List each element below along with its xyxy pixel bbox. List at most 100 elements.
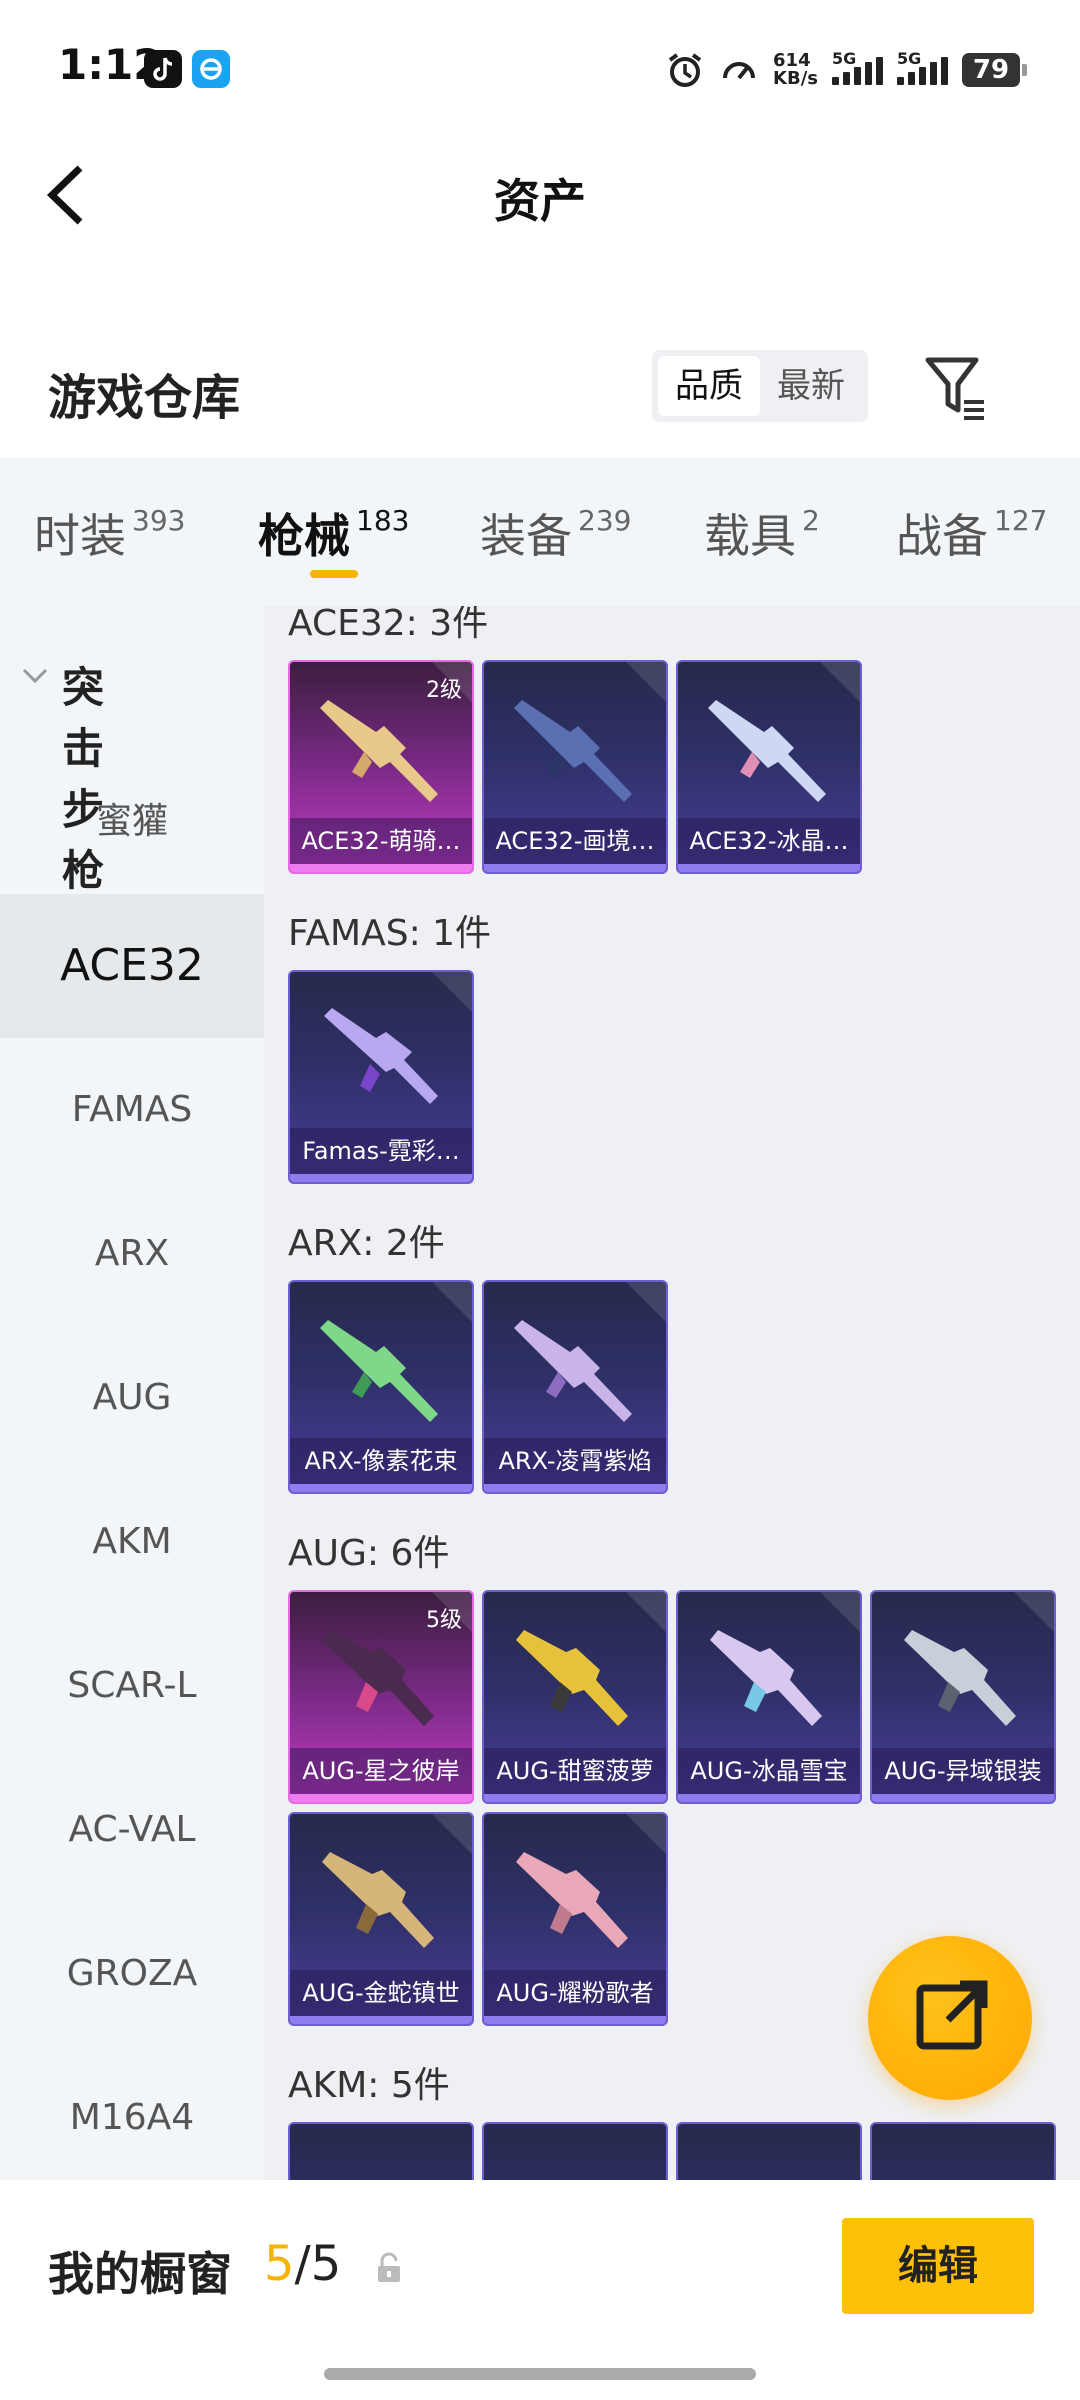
weapon-card[interactable]: ACE32-冰晶… bbox=[676, 660, 862, 874]
item-name: AUG-星之彼岸 bbox=[290, 1748, 472, 1794]
weapon-card[interactable]: AUG-冰晶雪宝 bbox=[676, 1590, 862, 1804]
lock-icon bbox=[378, 2252, 400, 2282]
weapon-card[interactable]: AUG-耀粉歌者 bbox=[482, 1812, 668, 2026]
weapon-card[interactable]: AUG-异域银装 bbox=[870, 1590, 1056, 1804]
rifle-icon bbox=[322, 1630, 434, 1726]
tab-count: 2 bbox=[802, 504, 820, 537]
group-title-aug: AUG: 6件 bbox=[288, 1533, 450, 1574]
home-indicator bbox=[324, 2368, 756, 2380]
rifle-icon bbox=[324, 1008, 438, 1104]
weapon-card[interactable]: 5级 AUG-星之彼岸 bbox=[288, 1590, 474, 1804]
sidebar-item-groza[interactable]: GROZA bbox=[0, 1902, 264, 2046]
app-notification-icon bbox=[192, 50, 230, 88]
rifle-icon bbox=[514, 1320, 632, 1422]
tab-supplies[interactable]: 战备 127 bbox=[896, 500, 1047, 566]
status-bar: 1:12 614 KB/s 5G 5G 79 bbox=[0, 0, 1080, 140]
showcase-used: 5 bbox=[264, 2236, 295, 2292]
active-tab-indicator bbox=[310, 570, 358, 578]
item-name: AUG-甜蜜菠萝 bbox=[484, 1748, 666, 1794]
sidebar-item-akm[interactable]: AKM bbox=[0, 1470, 264, 1614]
showcase-total: /5 bbox=[294, 2236, 342, 2292]
weapon-card[interactable] bbox=[288, 2122, 474, 2180]
sidebar-item-aug[interactable]: AUG bbox=[0, 1326, 264, 1470]
item-name: Famas-霓彩… bbox=[290, 1128, 472, 1174]
weapon-card[interactable] bbox=[482, 2122, 668, 2180]
sort-toggle: 品质 最新 bbox=[652, 350, 868, 422]
weapon-card[interactable]: ARX-凌霄紫焰 bbox=[482, 1280, 668, 1494]
sidebar-item-m16a4[interactable]: M16A4 bbox=[0, 2046, 264, 2180]
item-name: AUG-耀粉歌者 bbox=[484, 1970, 666, 2016]
chevron-down-icon bbox=[22, 668, 48, 684]
status-right-group: 614 KB/s 5G 5G 79 bbox=[665, 46, 1027, 94]
rifle-icon bbox=[516, 1852, 628, 1948]
weapon-card[interactable] bbox=[870, 2122, 1056, 2180]
signal-2: 5G bbox=[897, 49, 948, 85]
sidebar-item-honey-badger[interactable]: 蜜獾 bbox=[0, 750, 264, 894]
net-speed-unit: KB/s bbox=[773, 68, 818, 89]
filter-button[interactable] bbox=[920, 352, 992, 424]
rarity-bar bbox=[872, 1794, 1054, 1802]
battery-icon: 79 bbox=[962, 53, 1027, 87]
alarm-icon bbox=[668, 53, 702, 87]
group-title-akm: AKM: 5件 bbox=[288, 2065, 450, 2106]
rifle-icon bbox=[904, 1630, 1016, 1726]
item-name: ACE32-萌骑… bbox=[290, 818, 472, 864]
share-button[interactable] bbox=[868, 1936, 1032, 2100]
group-title-ace32: ACE32: 3件 bbox=[288, 606, 489, 644]
rarity-bar bbox=[290, 864, 472, 872]
item-name: ACE32-冰晶… bbox=[678, 818, 860, 864]
sidebar-item-ac-val[interactable]: AC-VAL bbox=[0, 1758, 264, 1902]
filter-icon bbox=[925, 357, 984, 420]
signal-2-label: 5G bbox=[897, 49, 922, 68]
weapon-card[interactable]: ACE32-画境… bbox=[482, 660, 668, 874]
item-name: ARX-凌霄紫焰 bbox=[484, 1438, 666, 1484]
weapon-card[interactable]: AUG-金蛇镇世 bbox=[288, 1812, 474, 2026]
weapon-card[interactable] bbox=[676, 2122, 862, 2180]
net-speed: 614 KB/s bbox=[773, 52, 818, 88]
rarity-bar bbox=[290, 1484, 472, 1492]
tab-firearms[interactable]: 枪械 183 bbox=[258, 500, 409, 566]
tab-vehicles[interactable]: 载具 2 bbox=[704, 500, 820, 566]
weapon-card[interactable]: ARX-像素花束 bbox=[288, 1280, 474, 1494]
item-name: ACE32-画境… bbox=[484, 818, 666, 864]
showcase-count: 5/5 bbox=[264, 2236, 341, 2292]
rarity-bar bbox=[678, 864, 860, 872]
weapon-card[interactable]: AUG-甜蜜菠萝 bbox=[482, 1590, 668, 1804]
weapon-card[interactable]: Famas-霓彩… bbox=[288, 970, 474, 1184]
tab-label: 战备 bbox=[896, 509, 988, 563]
signal-1: 5G bbox=[832, 49, 883, 85]
rifle-icon bbox=[320, 1320, 438, 1422]
sidebar-item-ace32[interactable]: ACE32 bbox=[0, 894, 264, 1038]
rifle-icon bbox=[708, 700, 826, 802]
edit-button[interactable]: 编辑 bbox=[842, 2218, 1034, 2314]
item-name: AUG-金蛇镇世 bbox=[290, 1970, 472, 2016]
showcase-bar: 我的橱窗 5/5 编辑 bbox=[0, 2180, 1080, 2400]
rarity-bar bbox=[484, 1484, 666, 1492]
rifle-icon bbox=[322, 1852, 434, 1948]
tab-label: 枪械 bbox=[258, 509, 350, 563]
rifle-icon bbox=[516, 1630, 628, 1726]
rarity-bar bbox=[484, 1794, 666, 1802]
weapon-card[interactable]: 2级 ACE32-萌骑… bbox=[288, 660, 474, 874]
tab-fashion[interactable]: 时装 393 bbox=[34, 500, 185, 566]
signal-1-label: 5G bbox=[832, 49, 857, 68]
rarity-bar bbox=[290, 1794, 472, 1802]
tab-count: 183 bbox=[356, 504, 410, 537]
sidebar-item-arx[interactable]: ARX bbox=[0, 1182, 264, 1326]
sidebar-item-famas[interactable]: FAMAS bbox=[0, 1038, 264, 1182]
tab-equipment[interactable]: 装备 239 bbox=[480, 500, 631, 566]
tab-count: 239 bbox=[578, 504, 632, 537]
share-export-icon bbox=[916, 1980, 988, 2050]
tab-label: 装备 bbox=[480, 509, 572, 563]
group-title-famas: FAMAS: 1件 bbox=[288, 913, 492, 954]
sort-quality-button[interactable]: 品质 bbox=[658, 356, 760, 416]
tab-count: 393 bbox=[132, 504, 186, 537]
tiktok-icon bbox=[144, 50, 182, 88]
sidebar-item-scar-l[interactable]: SCAR-L bbox=[0, 1614, 264, 1758]
tab-label: 时装 bbox=[34, 509, 126, 563]
sort-latest-button[interactable]: 最新 bbox=[760, 356, 862, 416]
weapon-sidebar: 突击步枪 蜜獾 ACE32 FAMAS ARX AUG AKM SCAR-L A… bbox=[0, 606, 264, 2180]
page-title: 资产 bbox=[494, 174, 586, 228]
group-title-arx: ARX: 2件 bbox=[288, 1223, 445, 1264]
item-name: AUG-异域银装 bbox=[872, 1748, 1054, 1794]
